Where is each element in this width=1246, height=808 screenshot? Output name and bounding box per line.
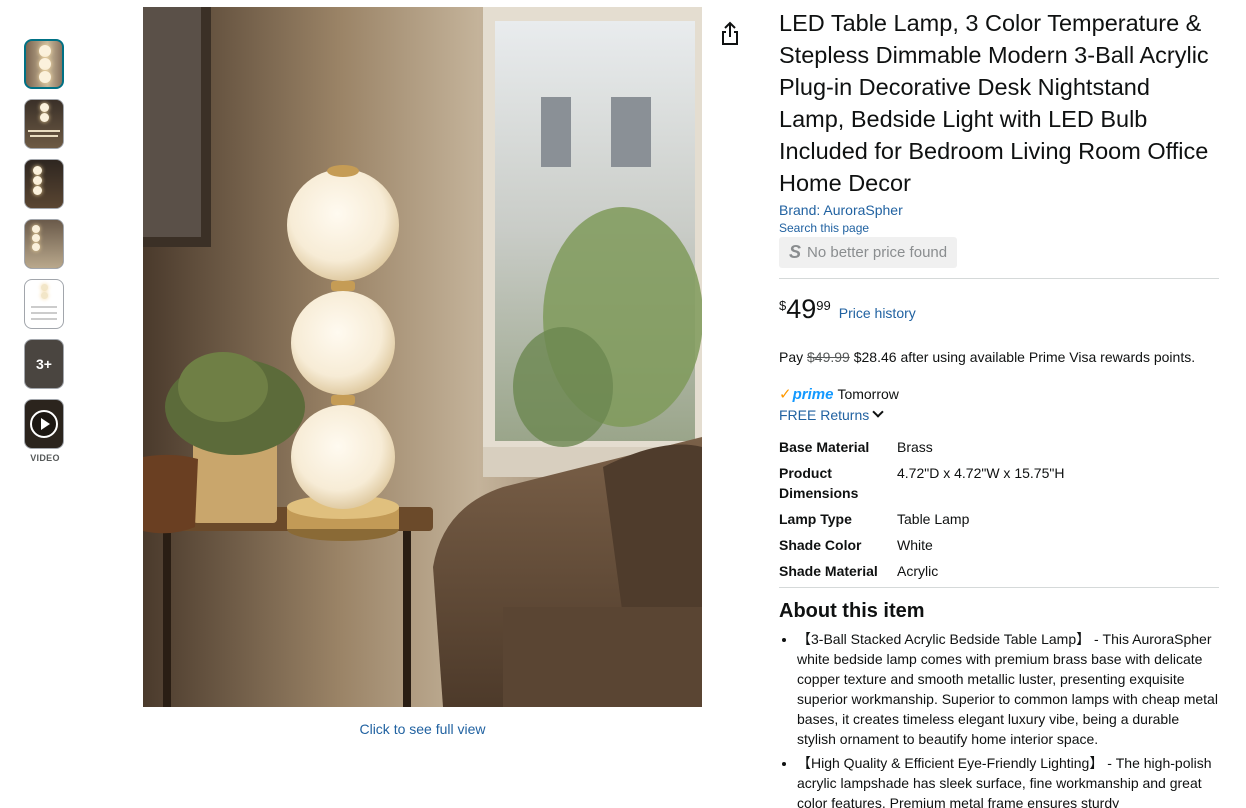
prime-word: prime (792, 385, 834, 403)
price-history-link[interactable]: Price history (839, 305, 916, 321)
spec-key: Shade Material (779, 563, 878, 579)
prime-check-icon: ✓ (779, 386, 792, 403)
about-heading: About this item (779, 600, 925, 622)
thumbnail-4[interactable] (24, 219, 64, 269)
spec-row: Product Dimensions 4.72"D x 4.72"W x 15.… (779, 463, 1219, 503)
spec-key: Lamp Type (779, 511, 852, 527)
spec-key: Product Dimensions (779, 465, 859, 501)
spec-value: 4.72"D x 4.72"W x 15.75"H (897, 465, 1065, 481)
spec-key: Shade Color (779, 537, 862, 553)
search-this-page-link[interactable]: Search this page (779, 221, 1219, 235)
spec-value: White (897, 537, 933, 553)
lamp-photo (143, 7, 702, 707)
more-thumbnails-count: 3+ (36, 356, 52, 372)
pay-prefix: Pay (779, 349, 804, 365)
thumbnail-more[interactable]: 3+ (24, 339, 64, 389)
thumbnail-5[interactable] (24, 279, 64, 329)
price-symbol: $ (779, 298, 787, 313)
no-better-price-badge[interactable]: S No better price found (779, 237, 958, 268)
spec-row: Shade Material Acrylic (779, 561, 1219, 581)
spec-value: Table Lamp (897, 511, 970, 527)
price-fraction: 99 (816, 298, 831, 313)
divider (779, 587, 1219, 588)
thumbnail-2[interactable] (24, 99, 64, 149)
free-returns-link[interactable]: FREE Returns (779, 406, 1219, 423)
free-returns-label: FREE Returns (779, 407, 870, 423)
prime-delivery: ✓ prime Tomorrow (779, 385, 1219, 404)
list-item: 【High Quality & Efficient Eye-Friendly L… (797, 753, 1219, 808)
spec-row: Base Material Brass (779, 437, 1219, 457)
spec-key: Base Material (779, 439, 870, 455)
divider (779, 278, 1219, 279)
prime-visa-offer: Pay $49.99 $28.46 after using available … (779, 349, 1219, 365)
thumbnail-1[interactable] (24, 39, 64, 89)
no-better-price-text: No better price found (807, 244, 948, 261)
click-full-view-link[interactable]: Click to see full view (143, 721, 702, 737)
main-product-image[interactable] (143, 7, 702, 707)
chevron-down-icon (872, 406, 884, 418)
price-block: $ 49 99 Price history (779, 295, 1219, 323)
spec-row: Shade Color White (779, 535, 1219, 555)
delivery-date: Tomorrow (837, 386, 899, 402)
prime-logo: ✓ prime (779, 385, 834, 404)
share-icon[interactable] (718, 21, 742, 47)
pay-old-price: $49.99 (807, 349, 850, 365)
spec-value: Acrylic (897, 563, 939, 579)
brand-link[interactable]: Brand: AuroraSpher (779, 202, 1219, 218)
spec-value: Brass (897, 439, 933, 455)
s-logo-icon: S (789, 242, 802, 262)
product-title: LED Table Lamp, 3 Color Temperature & St… (779, 10, 1209, 196)
video-label: VIDEO (30, 453, 60, 463)
play-icon (30, 410, 58, 438)
price-whole: 49 (786, 294, 817, 324)
list-item: 【3-Ball Stacked Acrylic Bedside Table La… (797, 629, 1219, 749)
about-bullets: 【3-Ball Stacked Acrylic Bedside Table La… (779, 629, 1219, 808)
product-details: LED Table Lamp, 3 Color Temperature & St… (779, 7, 1219, 808)
pay-offer-text: $28.46 after using available Prime Visa … (853, 349, 1196, 365)
thumbnail-video[interactable] (24, 399, 64, 449)
spec-row: Lamp Type Table Lamp (779, 509, 1219, 529)
thumbnail-strip: 3+ VIDEO (24, 39, 66, 463)
thumbnail-3[interactable] (24, 159, 64, 209)
spec-table: Base Material Brass Product Dimensions 4… (779, 437, 1219, 581)
